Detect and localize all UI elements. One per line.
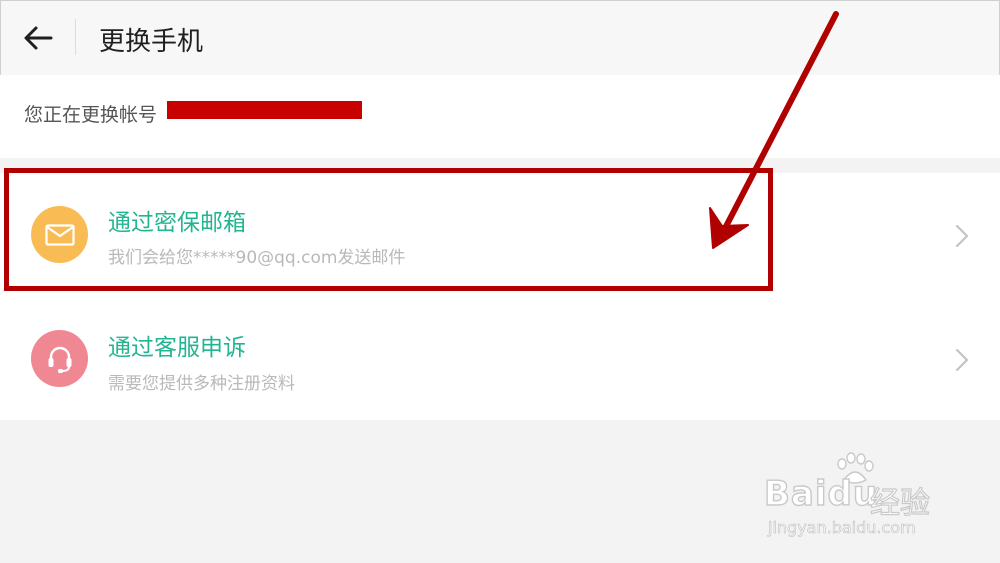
top-bar: 更换手机 <box>0 0 1000 76</box>
baidu-jingyan-watermark: Baidu 经验 jingyan.baidu.com <box>763 452 964 547</box>
page-title: 更换手机 <box>99 27 204 57</box>
watermark-brand: Baidu <box>763 473 879 514</box>
page: 更换手机 您正在更换帐号 通过密保邮箱 我们会给您*****90@qq.com发… <box>0 0 1000 563</box>
redacted-account <box>167 101 362 119</box>
option-subtitle: 需要您提供多种注册资料 <box>108 374 295 394</box>
option-title: 通过客服申诉 <box>108 335 246 361</box>
chevron-right-icon <box>952 347 972 373</box>
option-secure-email[interactable]: 通过密保邮箱 我们会给您*****90@qq.com发送邮件 <box>0 173 1000 296</box>
option-title: 通过密保邮箱 <box>108 210 246 236</box>
account-notice-label: 您正在更换帐号 <box>24 104 158 126</box>
headset-icon <box>31 330 88 387</box>
mail-icon <box>31 206 88 263</box>
verification-options: 通过密保邮箱 我们会给您*****90@qq.com发送邮件 通过客服申诉 需要… <box>0 173 1000 420</box>
chevron-right-icon <box>952 223 972 249</box>
account-notice: 您正在更换帐号 <box>0 75 1000 158</box>
option-subtitle: 我们会给您*****90@qq.com发送邮件 <box>108 248 406 268</box>
back-arrow-icon[interactable] <box>21 23 55 53</box>
watermark-url: jingyan.baidu.com <box>768 518 916 538</box>
header-divider <box>75 19 76 55</box>
option-customer-service-appeal[interactable]: 通过客服申诉 需要您提供多种注册资料 <box>0 297 1000 420</box>
watermark-product: 经验 <box>869 485 930 521</box>
